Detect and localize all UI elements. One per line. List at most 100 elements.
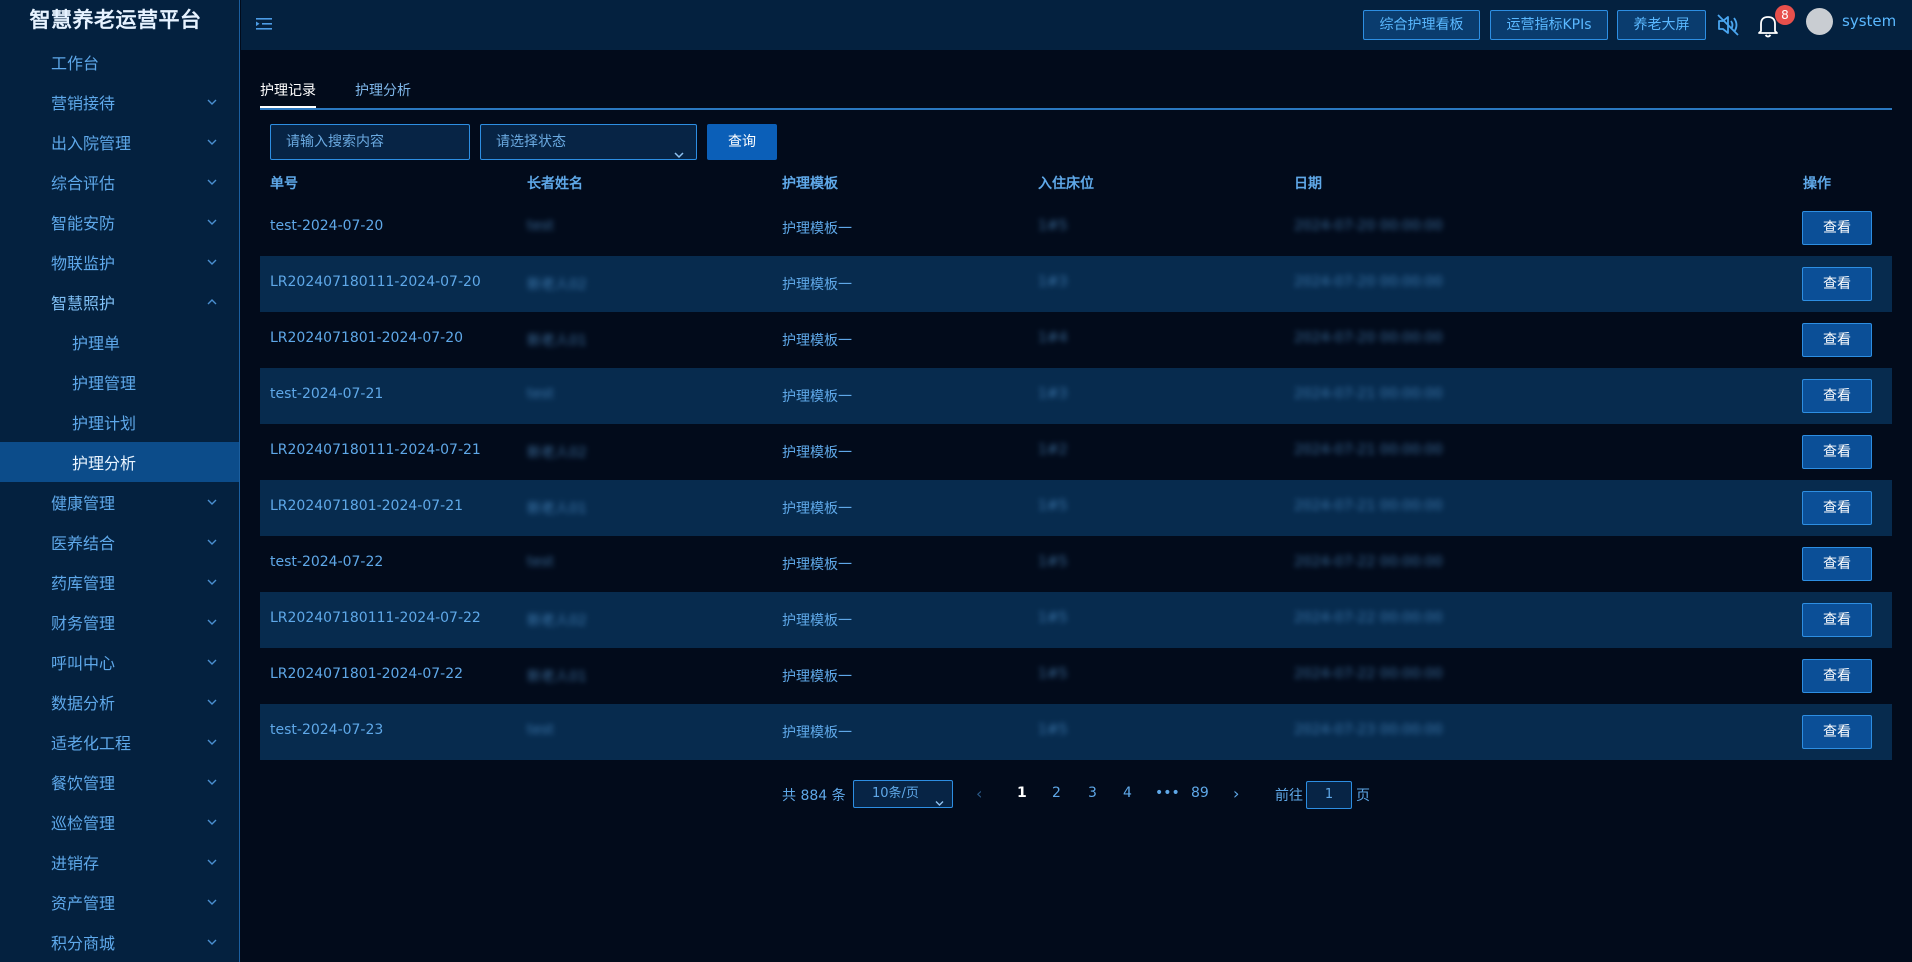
chevron-down-icon	[207, 737, 217, 747]
sidebar-item[interactable]: 综合评估	[0, 162, 239, 202]
sidebar-item[interactable]: 智能安防	[0, 202, 239, 242]
sidebar-item[interactable]: 财务管理	[0, 602, 239, 642]
view-button[interactable]: 查看	[1802, 547, 1872, 581]
chevron-down-icon	[207, 537, 217, 547]
sidebar-subitem[interactable]: 护理计划	[0, 402, 239, 442]
sidebar-item[interactable]: 出入院管理	[0, 122, 239, 162]
sidebar-item[interactable]: 物联监护	[0, 242, 239, 282]
sidebar-subitem[interactable]: 护理单	[0, 322, 239, 362]
nursing-dashboard-button[interactable]: 综合护理看板	[1363, 10, 1480, 40]
sidebar-item[interactable]: 积分商城	[0, 922, 239, 962]
pagination-total: 共 884 条	[782, 788, 846, 804]
table-body: test-2024-07-20 test 护理模板一 1#5 2024-07-20 00…	[260, 200, 1892, 760]
search-input[interactable]: 请输入搜索内容	[270, 124, 470, 160]
table-row: LR202407180111-2024-07-22 新老人02 护理模板一 1#5 20…	[260, 592, 1892, 648]
cell-template: 护理模板一	[782, 277, 852, 293]
sidebar-item-label: 药库管理	[51, 574, 116, 593]
chevron-down-icon	[207, 257, 217, 267]
cell-elder-name: 新老人02	[527, 277, 587, 293]
sidebar-item-label: 数据分析	[51, 694, 116, 713]
view-button[interactable]: 查看	[1802, 379, 1872, 413]
sidebar-subitem[interactable]: 护理分析	[0, 442, 239, 482]
sidebar-item[interactable]: 智慧照护	[0, 282, 239, 322]
cell-elder-name: 新老人01	[527, 333, 587, 349]
status-select[interactable]: 请选择状态	[480, 124, 697, 160]
sidebar-item[interactable]: 呼叫中心	[0, 642, 239, 682]
page-size-select[interactable]: 10条/页	[853, 780, 953, 808]
sidebar-subitem[interactable]: 护理管理	[0, 362, 239, 402]
cell-bed: 1#4	[1038, 330, 1068, 346]
page-89[interactable]: 89	[1191, 785, 1209, 801]
sidebar-item[interactable]: 健康管理	[0, 482, 239, 522]
cell-elder-name: 新老人01	[527, 501, 587, 517]
sidebar-item[interactable]: 资产管理	[0, 882, 239, 922]
view-button[interactable]: 查看	[1802, 715, 1872, 749]
big-screen-button[interactable]: 养老大屏	[1617, 10, 1706, 40]
column-header: 日期	[1294, 176, 1322, 192]
speaker-muted-icon[interactable]	[1715, 12, 1741, 38]
sidebar-menu: 工作台 营销接待 出入院管理 综合评估 智能安防 物联监护 智慧照护 护理单 护理管理 护理计划护…	[0, 42, 239, 962]
sidebar-submenu: 护理单 护理管理护理计划护理分析	[0, 322, 239, 482]
page-size-value: 10条/页	[872, 786, 919, 801]
prev-page-icon[interactable]: ‹	[976, 784, 982, 803]
sidebar-item[interactable]: 工作台	[0, 42, 239, 82]
sidebar-item-label: 物联监护	[51, 254, 116, 273]
next-page-icon[interactable]: ›	[1233, 784, 1239, 803]
sidebar-item[interactable]: 数据分析	[0, 682, 239, 722]
view-button[interactable]: 查看	[1802, 603, 1872, 637]
cell-date: 2024-07-22 00:00:00	[1294, 610, 1443, 626]
view-button[interactable]: 查看	[1802, 323, 1872, 357]
table-row: LR202407180111-2024-07-21 新老人02 护理模板一 1#2 20…	[260, 424, 1892, 480]
table-row: LR202407180111-2024-07-20 新老人02 护理模板一 1#3 20…	[260, 256, 1892, 312]
menu-collapse-icon[interactable]	[255, 15, 273, 33]
goto-page-input[interactable]: 1	[1306, 781, 1352, 809]
cell-template: 护理模板一	[782, 725, 852, 741]
view-button[interactable]: 查看	[1802, 659, 1872, 693]
pagination: 共 884 条 10条/页 ‹ 1 2 3 4 ••• 89 › 前往 1 页	[0, 780, 1912, 810]
page-4[interactable]: 4	[1123, 785, 1132, 801]
view-button[interactable]: 查看	[1802, 211, 1872, 245]
page-ellipsis[interactable]: •••	[1155, 785, 1180, 801]
page-3[interactable]: 3	[1088, 785, 1097, 801]
chevron-down-icon	[207, 137, 217, 147]
sidebar-item[interactable]: 进销存	[0, 842, 239, 882]
app-title: 智慧养老运营平台	[29, 8, 202, 32]
tab-nursing-records[interactable]: 护理记录	[260, 80, 316, 108]
view-button[interactable]: 查看	[1802, 435, 1872, 469]
sidebar-item-label: 进销存	[51, 854, 100, 873]
cell-template: 护理模板一	[782, 501, 852, 517]
notification-badge: 8	[1775, 5, 1795, 25]
view-button[interactable]: 查看	[1802, 267, 1872, 301]
kpi-button[interactable]: 运营指标KPIs	[1490, 10, 1608, 40]
cell-elder-name: 新老人02	[527, 613, 587, 629]
cell-date: 2024-07-20 00:00:00	[1294, 218, 1443, 234]
username[interactable]: system	[1842, 12, 1896, 30]
view-button[interactable]: 查看	[1802, 491, 1872, 525]
avatar[interactable]	[1806, 8, 1833, 35]
chevron-down-icon	[207, 217, 217, 227]
cell-order-no: LR202407180111-2024-07-20	[270, 274, 481, 290]
cell-template: 护理模板一	[782, 445, 852, 461]
sidebar-item[interactable]: 药库管理	[0, 562, 239, 602]
chevron-down-icon	[207, 97, 217, 107]
cell-date: 2024-07-23 00:00:00	[1294, 722, 1443, 738]
cell-bed: 1#5	[1038, 666, 1068, 682]
page-2[interactable]: 2	[1052, 785, 1061, 801]
page-1[interactable]: 1	[1017, 785, 1027, 801]
table-row: test-2024-07-23 test 护理模板一 1#5 2024-07-23 00…	[260, 704, 1892, 760]
cell-template: 护理模板一	[782, 613, 852, 629]
chevron-down-icon	[207, 897, 217, 907]
cell-template: 护理模板一	[782, 557, 852, 573]
sidebar-item[interactable]: 适老化工程	[0, 722, 239, 762]
query-button[interactable]: 查询	[707, 124, 777, 160]
cell-bed: 1#3	[1038, 274, 1068, 290]
column-header: 长者姓名	[527, 176, 583, 192]
chevron-down-icon	[207, 697, 217, 707]
cell-bed: 1#5	[1038, 554, 1068, 570]
sidebar-item[interactable]: 医养结合	[0, 522, 239, 562]
cell-template: 护理模板一	[782, 389, 852, 405]
sidebar-subitem-label: 护理计划	[72, 414, 137, 433]
sidebar-item[interactable]: 营销接待	[0, 82, 239, 122]
sidebar-item-label: 资产管理	[51, 894, 116, 913]
tab-nursing-analysis[interactable]: 护理分析	[355, 80, 411, 106]
